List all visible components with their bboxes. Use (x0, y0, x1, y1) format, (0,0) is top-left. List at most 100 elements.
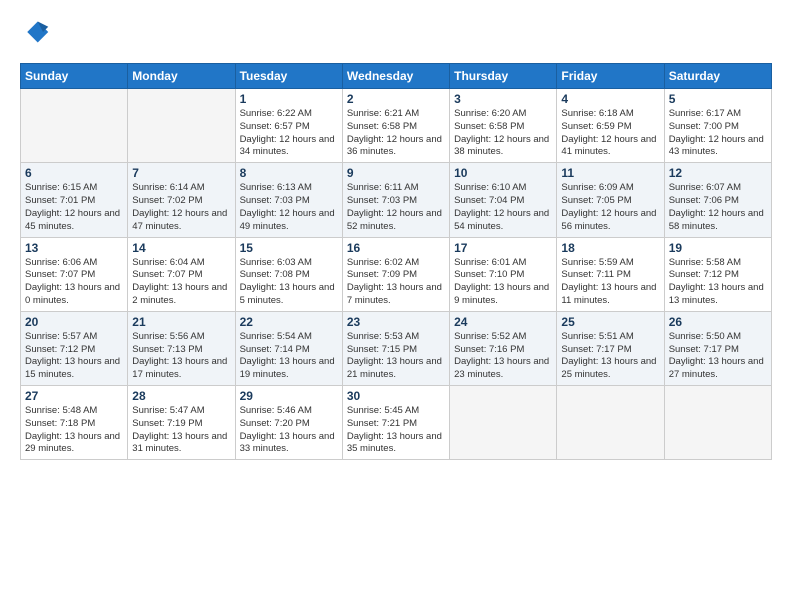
week-row-3: 13 Sunrise: 6:06 AMSunset: 7:07 PMDayligh… (21, 237, 772, 311)
weekday-header-thursday: Thursday (450, 64, 557, 89)
weekday-header-friday: Friday (557, 64, 664, 89)
day-info: Sunrise: 6:07 AMSunset: 7:06 PMDaylight:… (669, 182, 767, 233)
day-number: 23 (347, 315, 445, 329)
day-number: 1 (240, 92, 338, 106)
day-number: 22 (240, 315, 338, 329)
day-info: Sunrise: 5:57 AMSunset: 7:12 PMDaylight:… (25, 331, 123, 382)
logo-icon (22, 18, 50, 46)
day-info: Sunrise: 6:14 AMSunset: 7:02 PMDaylight:… (132, 182, 230, 233)
day-number: 21 (132, 315, 230, 329)
day-number: 25 (561, 315, 659, 329)
weekday-header-tuesday: Tuesday (235, 64, 342, 89)
calendar-cell: 4 Sunrise: 6:18 AMSunset: 6:59 PMDaylight… (557, 89, 664, 163)
calendar-cell: 25 Sunrise: 5:51 AMSunset: 7:17 PMDayligh… (557, 311, 664, 385)
day-info: Sunrise: 5:45 AMSunset: 7:21 PMDaylight:… (347, 405, 445, 456)
logo (20, 18, 50, 51)
day-number: 6 (25, 166, 123, 180)
calendar-cell: 10 Sunrise: 6:10 AMSunset: 7:04 PMDayligh… (450, 163, 557, 237)
calendar-cell: 6 Sunrise: 6:15 AMSunset: 7:01 PMDaylight… (21, 163, 128, 237)
calendar-cell: 18Sunrise: 5:59 AMSunset: 7:11 PMDayligh… (557, 237, 664, 311)
day-info: Sunrise: 6:18 AMSunset: 6:59 PMDaylight:… (561, 108, 659, 159)
day-info: Sunrise: 5:56 AMSunset: 7:13 PMDaylight:… (132, 331, 230, 382)
day-info: Sunrise: 5:58 AMSunset: 7:12 PMDaylight:… (669, 257, 767, 308)
day-info: Sunrise: 6:02 AMSunset: 7:09 PMDaylight:… (347, 257, 445, 308)
day-info: Sunrise: 6:11 AMSunset: 7:03 PMDaylight:… (347, 182, 445, 233)
calendar-cell: 1 Sunrise: 6:22 AMSunset: 6:57 PMDaylight… (235, 89, 342, 163)
day-number: 10 (454, 166, 552, 180)
calendar-cell: 21 Sunrise: 5:56 AMSunset: 7:13 PMDayligh… (128, 311, 235, 385)
weekday-header-wednesday: Wednesday (342, 64, 449, 89)
calendar-cell: 30 Sunrise: 5:45 AMSunset: 7:21 PMDayligh… (342, 386, 449, 460)
day-number: 4 (561, 92, 659, 106)
calendar-cell: 14 Sunrise: 6:04 AMSunset: 7:07 PMDayligh… (128, 237, 235, 311)
calendar-cell (557, 386, 664, 460)
calendar: SundayMondayTuesdayWednesdayThursdayFrid… (20, 63, 772, 460)
weekday-header-row: SundayMondayTuesdayWednesdayThursdayFrid… (21, 64, 772, 89)
day-number: 24 (454, 315, 552, 329)
day-number: 28 (132, 389, 230, 403)
calendar-cell: 26 Sunrise: 5:50 AMSunset: 7:17 PMDayligh… (664, 311, 771, 385)
day-number: 20 (25, 315, 123, 329)
calendar-cell (664, 386, 771, 460)
day-number: 9 (347, 166, 445, 180)
day-number: 2 (347, 92, 445, 106)
day-number: 13 (25, 241, 123, 255)
day-number: 14 (132, 241, 230, 255)
calendar-cell: 23 Sunrise: 5:53 AMSunset: 7:15 PMDayligh… (342, 311, 449, 385)
day-info: Sunrise: 6:13 AMSunset: 7:03 PMDaylight:… (240, 182, 338, 233)
week-row-5: 27 Sunrise: 5:48 AMSunset: 7:18 PMDayligh… (21, 386, 772, 460)
calendar-cell: 15Sunrise: 6:03 AMSunset: 7:08 PMDayligh… (235, 237, 342, 311)
day-info: Sunrise: 5:46 AMSunset: 7:20 PMDaylight:… (240, 405, 338, 456)
calendar-cell: 8Sunrise: 6:13 AMSunset: 7:03 PMDaylight… (235, 163, 342, 237)
day-info: Sunrise: 6:09 AMSunset: 7:05 PMDaylight:… (561, 182, 659, 233)
calendar-cell: 13 Sunrise: 6:06 AMSunset: 7:07 PMDayligh… (21, 237, 128, 311)
calendar-cell: 28 Sunrise: 5:47 AMSunset: 7:19 PMDayligh… (128, 386, 235, 460)
day-info: Sunrise: 6:20 AMSunset: 6:58 PMDaylight:… (454, 108, 552, 159)
header (20, 18, 772, 51)
day-info: Sunrise: 5:48 AMSunset: 7:18 PMDaylight:… (25, 405, 123, 456)
calendar-cell (21, 89, 128, 163)
calendar-cell: 27 Sunrise: 5:48 AMSunset: 7:18 PMDayligh… (21, 386, 128, 460)
day-info: Sunrise: 6:04 AMSunset: 7:07 PMDaylight:… (132, 257, 230, 308)
day-info: Sunrise: 6:10 AMSunset: 7:04 PMDaylight:… (454, 182, 552, 233)
weekday-header-monday: Monday (128, 64, 235, 89)
day-info: Sunrise: 5:50 AMSunset: 7:17 PMDaylight:… (669, 331, 767, 382)
day-info: Sunrise: 5:51 AMSunset: 7:17 PMDaylight:… (561, 331, 659, 382)
day-info: Sunrise: 6:06 AMSunset: 7:07 PMDaylight:… (25, 257, 123, 308)
weekday-header-saturday: Saturday (664, 64, 771, 89)
calendar-cell: 5Sunrise: 6:17 AMSunset: 7:00 PMDaylight… (664, 89, 771, 163)
day-number: 27 (25, 389, 123, 403)
calendar-cell (450, 386, 557, 460)
day-number: 26 (669, 315, 767, 329)
day-info: Sunrise: 5:52 AMSunset: 7:16 PMDaylight:… (454, 331, 552, 382)
day-number: 15 (240, 241, 338, 255)
day-info: Sunrise: 6:22 AMSunset: 6:57 PMDaylight:… (240, 108, 338, 159)
day-number: 29 (240, 389, 338, 403)
calendar-cell: 7Sunrise: 6:14 AMSunset: 7:02 PMDaylight… (128, 163, 235, 237)
calendar-cell: 20 Sunrise: 5:57 AMSunset: 7:12 PMDayligh… (21, 311, 128, 385)
calendar-cell: 11 Sunrise: 6:09 AMSunset: 7:05 PMDayligh… (557, 163, 664, 237)
day-number: 30 (347, 389, 445, 403)
calendar-cell: 22Sunrise: 5:54 AMSunset: 7:14 PMDayligh… (235, 311, 342, 385)
day-number: 3 (454, 92, 552, 106)
calendar-cell: 24 Sunrise: 5:52 AMSunset: 7:16 PMDayligh… (450, 311, 557, 385)
day-info: Sunrise: 6:01 AMSunset: 7:10 PMDaylight:… (454, 257, 552, 308)
day-info: Sunrise: 6:17 AMSunset: 7:00 PMDaylight:… (669, 108, 767, 159)
week-row-4: 20 Sunrise: 5:57 AMSunset: 7:12 PMDayligh… (21, 311, 772, 385)
day-info: Sunrise: 5:47 AMSunset: 7:19 PMDaylight:… (132, 405, 230, 456)
calendar-cell: 12 Sunrise: 6:07 AMSunset: 7:06 PMDayligh… (664, 163, 771, 237)
day-number: 11 (561, 166, 659, 180)
calendar-cell: 29 Sunrise: 5:46 AMSunset: 7:20 PMDayligh… (235, 386, 342, 460)
day-number: 19 (669, 241, 767, 255)
calendar-cell: 16 Sunrise: 6:02 AMSunset: 7:09 PMDayligh… (342, 237, 449, 311)
calendar-cell: 19 Sunrise: 5:58 AMSunset: 7:12 PMDayligh… (664, 237, 771, 311)
day-info: Sunrise: 6:15 AMSunset: 7:01 PMDaylight:… (25, 182, 123, 233)
day-info: Sunrise: 5:59 AMSunset: 7:11 PMDaylight:… (561, 257, 659, 308)
day-info: Sunrise: 6:21 AMSunset: 6:58 PMDaylight:… (347, 108, 445, 159)
day-number: 16 (347, 241, 445, 255)
day-info: Sunrise: 5:53 AMSunset: 7:15 PMDaylight:… (347, 331, 445, 382)
week-row-1: 1 Sunrise: 6:22 AMSunset: 6:57 PMDaylight… (21, 89, 772, 163)
calendar-cell: 17Sunrise: 6:01 AMSunset: 7:10 PMDayligh… (450, 237, 557, 311)
day-number: 12 (669, 166, 767, 180)
calendar-cell: 3 Sunrise: 6:20 AMSunset: 6:58 PMDaylight… (450, 89, 557, 163)
